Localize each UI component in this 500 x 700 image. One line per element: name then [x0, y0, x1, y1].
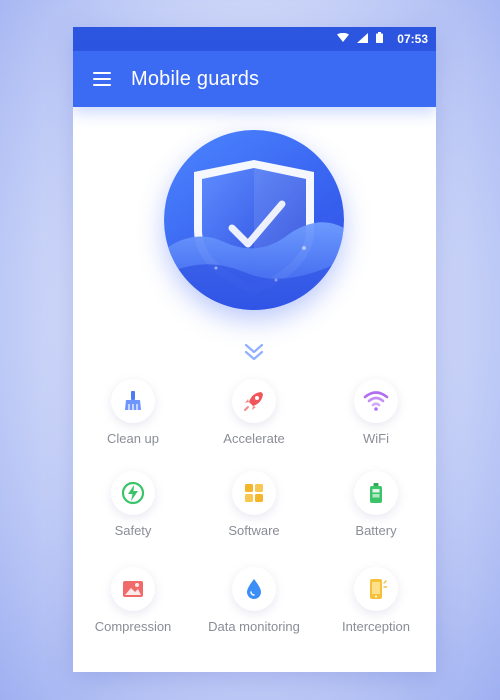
phone-screen: 07:53 Mobile guards Clean up Accelerate …	[73, 27, 436, 672]
feature-label: Data monitoring	[208, 619, 300, 634]
wifi-icon	[354, 379, 398, 423]
shield-check-icon	[164, 160, 344, 310]
phone-block-icon	[354, 567, 398, 611]
feature-interception[interactable]: Interception	[316, 567, 436, 634]
feature-label: Battery	[355, 523, 397, 538]
feature-battery[interactable]: Battery	[316, 471, 436, 538]
feature-label: WiFi	[363, 431, 389, 446]
feature-safety[interactable]: Safety	[73, 471, 193, 538]
feature-software[interactable]: Software	[194, 471, 314, 538]
feature-compression[interactable]: Compression	[73, 567, 193, 634]
feature-label: Software	[228, 523, 280, 538]
feature-data-monitoring[interactable]: Data monitoring	[194, 567, 314, 634]
feature-label: Compression	[94, 619, 172, 634]
feature-label: Safety	[114, 523, 152, 538]
feature-accelerate[interactable]: Accelerate	[194, 379, 314, 446]
battery-status-icon	[376, 30, 384, 48]
apps-grid-icon	[232, 471, 276, 515]
signal-icon	[357, 30, 369, 48]
feature-label: Interception	[342, 619, 410, 634]
page-title: Mobile guards	[131, 67, 260, 90]
app-bar: Mobile guards	[73, 51, 436, 107]
menu-icon[interactable]	[93, 72, 113, 86]
broom-icon	[111, 379, 155, 423]
feature-label: Accelerate	[223, 431, 285, 446]
feature-wifi[interactable]: WiFi	[316, 379, 436, 446]
shield-status-graphic[interactable]	[164, 130, 344, 310]
status-bar: 07:53	[73, 27, 436, 51]
image-compress-icon	[111, 567, 155, 611]
wifi-status-icon	[337, 30, 350, 48]
feature-label: Clean up	[106, 431, 160, 446]
double-chevron-down-icon[interactable]	[243, 343, 265, 361]
status-time: 07:53	[397, 32, 428, 46]
lightning-shield-icon	[111, 471, 155, 515]
rocket-icon	[232, 379, 276, 423]
battery-icon	[354, 471, 398, 515]
water-drop-icon	[232, 567, 276, 611]
feature-clean-up[interactable]: Clean up	[73, 379, 193, 446]
